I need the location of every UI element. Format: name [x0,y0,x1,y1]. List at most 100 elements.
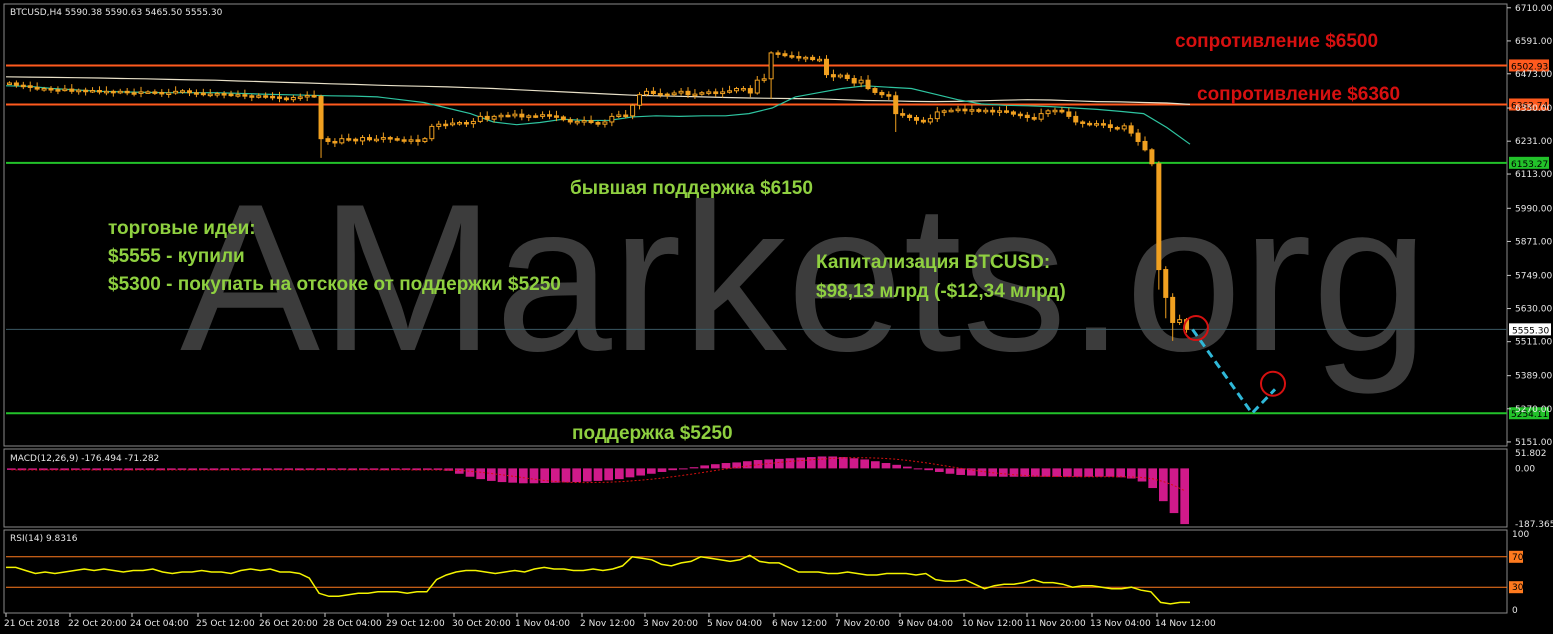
candle-body [1038,113,1044,120]
candle-body [900,113,906,116]
macd-bar [817,456,827,469]
macd-tick-label: -187.365 [1515,520,1553,530]
candle-body [907,114,913,119]
time-tick-label: 2 Nov 12:00 [580,619,635,629]
macd-bar [1073,468,1083,477]
macd-bar [881,463,891,469]
candle-body [1121,125,1127,130]
candle-body [941,110,947,113]
candle-body [1100,123,1106,126]
macd-bar [935,468,944,472]
macd-bar [913,468,923,470]
candle-body [733,88,739,92]
price-tick-label: 5511.00 [1515,338,1552,348]
annotation-cap-value: $98,13 млрд (-$12,34 млрд) [816,281,1066,302]
candle-body [789,55,795,58]
candle-body [990,109,996,113]
macd-bar [721,463,731,469]
candle-body [90,89,96,93]
candle-body [221,93,227,96]
time-tick-label: 26 Oct 20:00 [259,619,318,629]
macd-bar [529,468,539,484]
candle-body [429,125,435,140]
candle-body [747,88,753,94]
candle-body [505,114,511,118]
candle-body [657,93,663,96]
macd-bar [668,468,677,471]
macd-bar [497,468,507,483]
candle-body [394,138,400,141]
candle-body [1094,123,1100,126]
macd-bar [1063,468,1072,477]
candle-body [76,89,82,93]
candle-body [720,91,726,95]
annotation-resistance-6360: сопротивление $6360 [1197,84,1400,105]
candle-body [830,74,836,78]
candle-body [457,122,463,125]
candle-body [920,119,926,123]
candle-body [955,108,961,112]
macd-bar [700,465,709,469]
candle-body [1066,111,1072,117]
candle-body [540,114,546,117]
candle-body [180,90,186,93]
annotation-resistance-6500: сопротивление $6500 [1175,31,1378,52]
candle-body [664,93,670,97]
candle-body [803,56,809,60]
chart-header: BTCUSD,H4 5590.38 5590.63 5465.50 5555.3… [10,8,223,18]
candle-body [685,90,691,96]
candle-body [498,114,504,118]
candle-body [886,94,892,97]
macd-bar [839,457,848,469]
price-tick-label: 5151.00 [1515,438,1552,448]
candle-body [761,78,767,81]
candle-body [1017,113,1023,117]
macd-bar [657,468,667,472]
macd-tick-label: 0.00 [1515,464,1535,474]
macd-bar [967,468,976,476]
time-tick-label: 22 Oct 20:00 [68,619,127,629]
candle-body [297,96,303,99]
candle-body [325,138,331,142]
price-tick-label: 6710.00 [1515,4,1552,14]
candle-body [1059,109,1065,113]
macd-bar [1116,468,1125,478]
candle-body [823,58,829,76]
rsi-tick-label: 30 [1512,583,1524,593]
time-tick-label: 24 Oct 04:00 [130,619,189,629]
candle-body [159,91,165,95]
candle-body [339,138,345,144]
candle-body [48,88,54,91]
level-price-label: 6153.27 [1511,160,1548,170]
current-price-label: 5555.30 [1512,326,1549,336]
candle-body [927,118,933,123]
macd-label: MACD(12,26,9) -176.494 -71.282 [10,454,159,464]
candle-body [131,92,137,95]
candle-body [436,123,442,127]
time-tick-label: 14 Nov 12:00 [1155,619,1216,629]
candle-body [1128,125,1134,134]
macd-bar [519,468,528,484]
candle-body [186,90,192,94]
candle-body [124,90,130,94]
candle-body [519,113,525,118]
candle-body [1177,319,1183,323]
candle-body [1073,115,1079,123]
candle-body [242,94,248,97]
candle-body [671,92,677,96]
candle-body [567,119,573,123]
macd-bar [849,458,859,469]
candle-body [581,120,587,123]
candle-body [235,94,241,97]
candle-body [1170,296,1176,323]
candle-body [283,97,289,101]
time-tick-label: 25 Oct 12:00 [196,619,255,629]
macd-bar [593,468,603,481]
candle-body [547,114,553,117]
candle-body [367,137,373,141]
candle-body [553,115,559,118]
candle-body [969,109,975,112]
candle-body [1031,117,1037,120]
candle-body [616,114,622,117]
candle-body [41,88,47,91]
